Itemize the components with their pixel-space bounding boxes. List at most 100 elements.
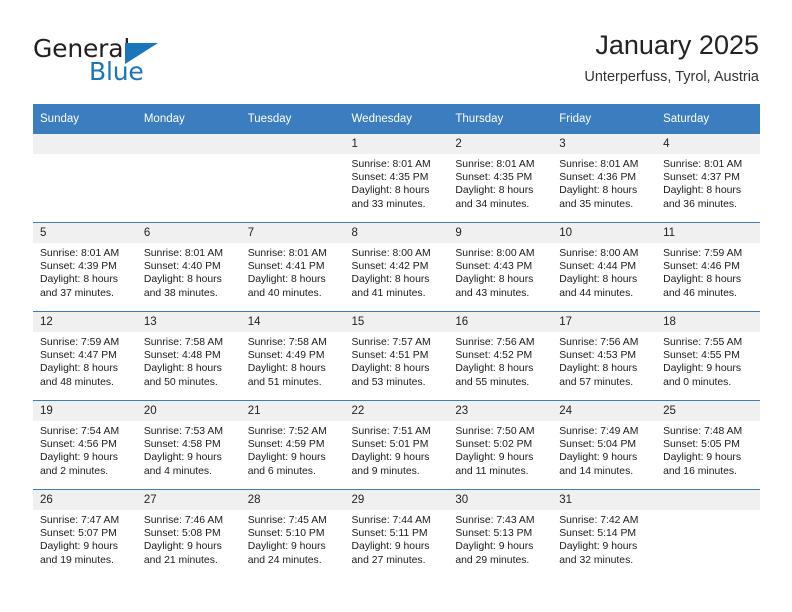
daylight-text: Daylight: 9 hours (455, 541, 534, 553)
day-number: 20 (136, 401, 241, 421)
daylight-text: Daylight: 9 hours (40, 541, 118, 553)
daylight-text: Daylight: 9 hours (40, 452, 118, 464)
daylight-text: Daylight: 9 hours (559, 452, 638, 464)
sunset-text: Sunset: 4:35 PM (455, 172, 533, 184)
daylight-text-cont: and 2 minutes. (40, 465, 109, 477)
weekday-header-wednesday: Wednesday (344, 104, 449, 134)
daylight-text: Daylight: 9 hours (351, 452, 430, 464)
calendar-week-row: 19 Sunrise: 7:54 AM Sunset: 4:56 PM Dayligh… (33, 400, 760, 490)
sunrise-text: Sunrise: 7:46 AM (143, 515, 223, 526)
calendar-day-cell[interactable]: 28 Sunrise: 7:45 AM Sunset: 5:10 PM Dayligh… (240, 489, 345, 578)
calendar-day-cell[interactable]: 6 Sunrise: 8:01 AM Sunset: 4:40 PM Daylight… (136, 222, 241, 312)
sunset-text: Sunset: 5:10 PM (247, 528, 325, 540)
day-sun-info: Sunrise: 7:43 AM Sunset: 5:13 PM Daylight:… (448, 510, 552, 567)
day-sun-info: Sunrise: 7:58 AM Sunset: 4:49 PM Daylight:… (241, 332, 345, 389)
daylight-text-cont: and 29 minutes. (455, 554, 530, 566)
sunset-text: Sunset: 5:13 PM (455, 528, 533, 540)
calendar-day-cell[interactable]: 13 Sunrise: 7:58 AM Sunset: 4:48 PM Dayligh… (136, 311, 241, 401)
sunrise-text: Sunrise: 8:00 AM (559, 248, 639, 259)
calendar-day-cell[interactable]: 5 Sunrise: 8:01 AM Sunset: 4:39 PM Daylight… (33, 222, 137, 312)
day-number: 19 (33, 401, 137, 421)
sunrise-text: Sunrise: 8:01 AM (247, 248, 327, 259)
calendar-day-cell[interactable]: 22 Sunrise: 7:51 AM Sunset: 5:01 PM Dayligh… (344, 400, 449, 490)
calendar-day-cell[interactable]: 3 Sunrise: 8:01 AM Sunset: 4:36 PM Daylight… (552, 134, 657, 223)
calendar-head: Sunday Monday Tuesday Wednesday Thursday… (33, 104, 760, 134)
sunrise-text: Sunrise: 7:57 AM (351, 337, 431, 348)
daylight-text-cont: and 43 minutes. (455, 287, 530, 299)
logo-text-blue: Blue (89, 57, 144, 86)
daylight-text-cont: and 55 minutes. (455, 376, 530, 388)
sunset-text: Sunset: 4:59 PM (247, 439, 325, 451)
sunset-text: Sunset: 4:37 PM (663, 172, 740, 184)
daylight-text: Daylight: 8 hours (40, 363, 118, 375)
calendar-day-cell[interactable]: 30 Sunrise: 7:43 AM Sunset: 5:13 PM Dayligh… (448, 489, 553, 578)
calendar-day-cell[interactable]: 1 Sunrise: 8:01 AM Sunset: 4:35 PM Daylight… (344, 134, 449, 223)
calendar-day-cell[interactable]: 20 Sunrise: 7:53 AM Sunset: 4:58 PM Dayligh… (136, 400, 241, 490)
calendar-day-cell[interactable]: 8 Sunrise: 8:00 AM Sunset: 4:42 PM Daylight… (344, 222, 449, 312)
day-number: 13 (136, 312, 241, 332)
calendar-day-cell[interactable]: 25 Sunrise: 7:48 AM Sunset: 5:05 PM Dayligh… (656, 400, 760, 490)
calendar-day-cell[interactable]: 12 Sunrise: 7:59 AM Sunset: 4:47 PM Dayligh… (33, 311, 137, 401)
day-sun-info: Sunrise: 7:59 AM Sunset: 4:47 PM Daylight:… (33, 332, 137, 389)
daylight-text-cont: and 24 minutes. (247, 554, 322, 566)
calendar-day-cell[interactable]: 16 Sunrise: 7:56 AM Sunset: 4:52 PM Dayligh… (448, 311, 553, 401)
sunrise-text: Sunrise: 8:01 AM (143, 248, 223, 259)
day-sun-info: Sunrise: 8:01 AM Sunset: 4:35 PM Daylight:… (448, 154, 552, 211)
calendar-day-cell[interactable]: 18 Sunrise: 7:55 AM Sunset: 4:55 PM Dayligh… (656, 311, 760, 401)
calendar-day-cell[interactable]: 9 Sunrise: 8:00 AM Sunset: 4:43 PM Daylight… (448, 222, 553, 312)
sunrise-text: Sunrise: 7:43 AM (455, 515, 535, 526)
calendar-day-cell[interactable]: 11 Sunrise: 7:59 AM Sunset: 4:46 PM Dayligh… (656, 222, 760, 312)
day-sun-info: Sunrise: 8:00 AM Sunset: 4:42 PM Daylight:… (345, 243, 449, 300)
calendar-day-cell[interactable]: 7 Sunrise: 8:01 AM Sunset: 4:41 PM Daylight… (240, 222, 345, 312)
calendar-day-cell[interactable]: 10 Sunrise: 8:00 AM Sunset: 4:44 PM Dayligh… (552, 222, 657, 312)
calendar-day-cell[interactable]: 2 Sunrise: 8:01 AM Sunset: 4:35 PM Daylight… (448, 134, 553, 223)
calendar-day-cell[interactable]: 31 Sunrise: 7:42 AM Sunset: 5:14 PM Dayligh… (552, 489, 657, 578)
calendar-day-cell[interactable]: 24 Sunrise: 7:49 AM Sunset: 5:04 PM Dayligh… (552, 400, 657, 490)
calendar-day-cell[interactable]: 15 Sunrise: 7:57 AM Sunset: 4:51 PM Dayligh… (344, 311, 449, 401)
daylight-text: Daylight: 8 hours (559, 185, 638, 197)
calendar-day-cell[interactable]: 27 Sunrise: 7:46 AM Sunset: 5:08 PM Dayligh… (136, 489, 241, 578)
daylight-text: Daylight: 8 hours (455, 185, 534, 197)
sunset-text: Sunset: 5:07 PM (40, 528, 117, 540)
day-number: 11 (656, 223, 760, 243)
daylight-text-cont: and 40 minutes. (247, 287, 322, 299)
daylight-text-cont: and 11 minutes. (455, 465, 529, 477)
daylight-text: Daylight: 8 hours (143, 274, 222, 286)
daylight-text-cont: and 4 minutes. (143, 465, 213, 477)
calendar-day-cell[interactable]: 26 Sunrise: 7:47 AM Sunset: 5:07 PM Dayligh… (33, 489, 137, 578)
calendar-day-cell[interactable]: 23 Sunrise: 7:50 AM Sunset: 5:02 PM Dayligh… (448, 400, 553, 490)
calendar-day-cell[interactable]: 4 Sunrise: 8:01 AM Sunset: 4:37 PM Daylight… (656, 134, 760, 223)
sunrise-text: Sunrise: 7:59 AM (663, 248, 743, 259)
sunrise-text: Sunrise: 7:58 AM (247, 337, 327, 348)
calendar-day-cell[interactable]: 29 Sunrise: 7:44 AM Sunset: 5:11 PM Dayligh… (344, 489, 449, 578)
calendar-week-row: 12 Sunrise: 7:59 AM Sunset: 4:47 PM Dayligh… (33, 311, 760, 401)
sunset-text: Sunset: 4:53 PM (559, 350, 637, 362)
sunrise-text: Sunrise: 8:00 AM (455, 248, 535, 259)
calendar-week-row: 5 Sunrise: 8:01 AM Sunset: 4:39 PM Daylight… (33, 222, 760, 312)
sunrise-text: Sunrise: 7:52 AM (247, 426, 327, 437)
sunset-text: Sunset: 4:46 PM (663, 261, 740, 273)
sunset-text: Sunset: 4:48 PM (143, 350, 221, 362)
daylight-text-cont: and 46 minutes. (663, 287, 737, 299)
day-sun-info: Sunrise: 8:01 AM Sunset: 4:35 PM Daylight:… (345, 154, 449, 211)
daylight-text: Daylight: 9 hours (351, 541, 430, 553)
daylight-text-cont: and 33 minutes. (351, 198, 426, 210)
calendar-day-cell[interactable]: 17 Sunrise: 7:56 AM Sunset: 4:53 PM Dayligh… (552, 311, 657, 401)
daylight-text-cont: and 48 minutes. (40, 376, 114, 388)
daylight-text: Daylight: 8 hours (40, 274, 118, 286)
day-sun-info: Sunrise: 7:50 AM Sunset: 5:02 PM Daylight:… (448, 421, 552, 478)
sunrise-text: Sunrise: 7:48 AM (663, 426, 743, 437)
day-number: 15 (344, 312, 449, 332)
weekday-header-tuesday: Tuesday (240, 104, 345, 134)
daylight-text: Daylight: 9 hours (143, 541, 222, 553)
daylight-text-cont: and 6 minutes. (247, 465, 316, 477)
sunset-text: Sunset: 5:02 PM (455, 439, 533, 451)
sunrise-text: Sunrise: 7:49 AM (559, 426, 639, 437)
calendar-day-cell[interactable]: 21 Sunrise: 7:52 AM Sunset: 4:59 PM Dayligh… (240, 400, 345, 490)
sunrise-text: Sunrise: 7:44 AM (351, 515, 431, 526)
sunrise-text: Sunrise: 7:54 AM (40, 426, 120, 437)
calendar-day-cell[interactable]: 14 Sunrise: 7:58 AM Sunset: 4:49 PM Dayligh… (240, 311, 345, 401)
daylight-text-cont: and 35 minutes. (559, 198, 634, 210)
daylight-text: Daylight: 8 hours (351, 185, 430, 197)
calendar-day-cell[interactable]: 19 Sunrise: 7:54 AM Sunset: 4:56 PM Dayligh… (33, 400, 137, 490)
